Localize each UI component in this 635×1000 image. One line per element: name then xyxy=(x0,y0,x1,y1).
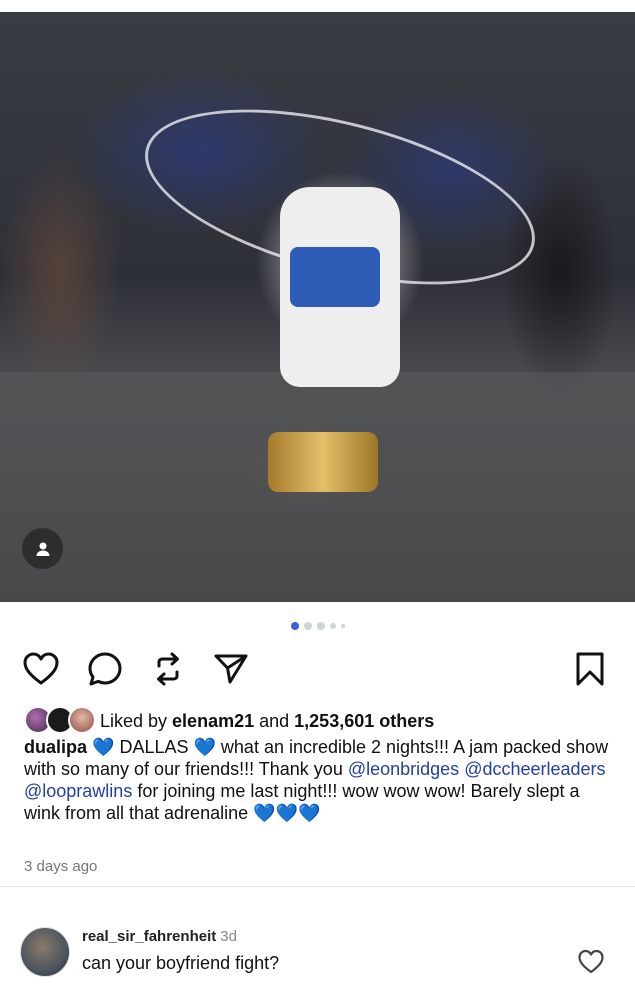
likes-text: Liked by elenam21 and 1,253,601 others xyxy=(100,711,434,732)
mention-link[interactable]: @looprawlins xyxy=(24,781,132,801)
mention-link[interactable]: @dccheerleaders xyxy=(464,759,605,779)
liker-avatars xyxy=(24,706,100,736)
comment-item: real_sir_fahrenheit 3d can your boyfriend… xyxy=(20,924,615,980)
comment-time: 3d xyxy=(220,928,237,945)
photo-figure xyxy=(280,187,400,387)
avatar[interactable] xyxy=(20,927,70,977)
carousel-indicator xyxy=(0,620,635,632)
repost-icon[interactable] xyxy=(147,648,189,690)
post-timestamp: 3 days ago xyxy=(24,858,98,875)
likes-middle: and xyxy=(254,710,295,731)
blue-heart-emoji: 💙💙💙 xyxy=(253,803,321,823)
post-photo[interactable] xyxy=(0,12,635,602)
carousel-dot xyxy=(340,624,345,628)
heart-icon[interactable] xyxy=(20,648,62,690)
mention-link[interactable]: @leonbridges xyxy=(348,759,459,779)
caption-text: DALLAS xyxy=(114,737,194,757)
comment-bubble-icon[interactable] xyxy=(84,648,126,690)
comment-heart-icon[interactable] xyxy=(577,948,605,976)
blue-heart-emoji: 💙 xyxy=(193,737,216,757)
likes-row[interactable]: Liked by elenam21 and 1,253,601 others xyxy=(24,706,614,736)
post-actions xyxy=(20,648,610,690)
likes-count[interactable]: 1,253,601 others xyxy=(294,711,434,731)
carousel-dot xyxy=(329,623,336,629)
comment-text: can your boyfriend fight? xyxy=(82,953,280,973)
likes-prefix: Liked by xyxy=(100,710,173,731)
post-caption: dualipa 💙 DALLAS 💙 what an incredible 2 … xyxy=(24,736,609,824)
carousel-dot xyxy=(316,622,325,630)
carousel-dot xyxy=(290,622,299,630)
photo-boots xyxy=(268,432,378,492)
avatar xyxy=(68,706,96,734)
divider xyxy=(0,886,635,887)
blue-heart-emoji: 💙 xyxy=(92,737,115,757)
person-tag-icon[interactable] xyxy=(22,528,63,569)
caption-username[interactable]: dualipa xyxy=(24,737,87,757)
comment-username[interactable]: real_sir_fahrenheit xyxy=(82,928,216,945)
send-icon[interactable] xyxy=(210,648,252,690)
comment-username-line: real_sir_fahrenheit 3d xyxy=(82,928,237,945)
carousel-dot xyxy=(303,622,312,630)
likes-user[interactable]: elenam21 xyxy=(172,711,254,731)
bookmark-icon[interactable] xyxy=(569,648,611,690)
